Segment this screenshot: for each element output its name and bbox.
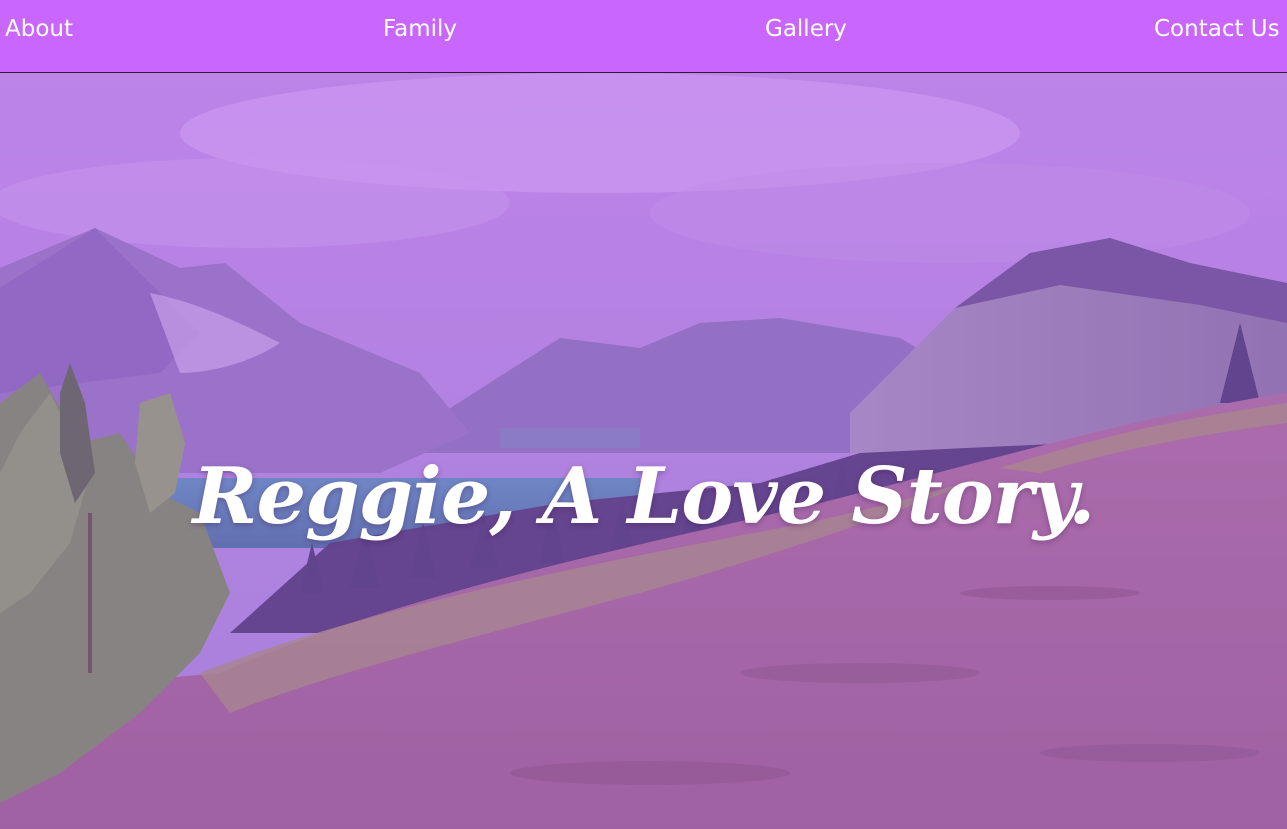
nav-link-contact-us[interactable]: Contact Us — [1154, 14, 1280, 44]
nav-link-family[interactable]: Family — [383, 14, 457, 44]
hero-banner: Reggie, A Love Story. — [0, 73, 1287, 829]
hero-headline: Reggie, A Love Story. — [192, 451, 1096, 543]
nav-link-about[interactable]: About — [5, 14, 73, 44]
top-nav: About Family Gallery Contact Us — [0, 0, 1287, 73]
nav-link-gallery[interactable]: Gallery — [765, 14, 847, 44]
